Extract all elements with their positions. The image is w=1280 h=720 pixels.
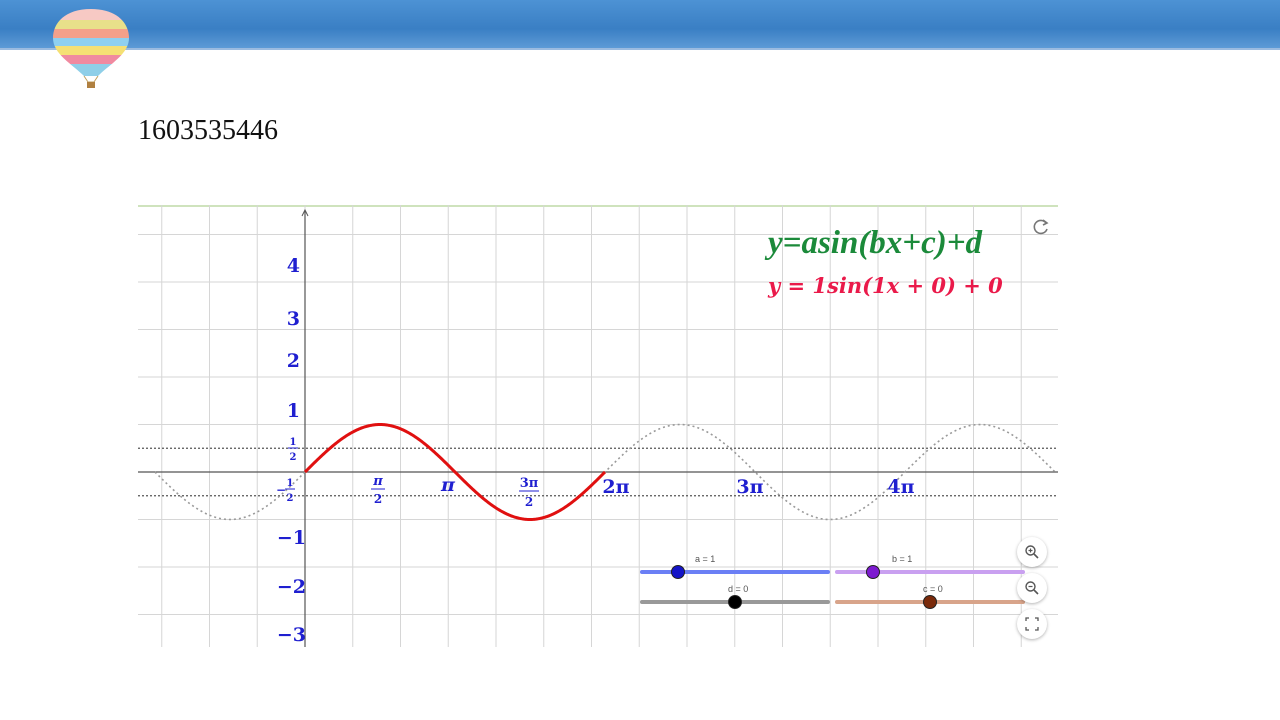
zoom-in-icon xyxy=(1025,545,1039,559)
slider-b-handle[interactable] xyxy=(866,565,880,579)
slider-c[interactable]: c = 0 xyxy=(835,584,1025,612)
y-tick-label: −1 xyxy=(277,527,306,549)
slider-a-label: a = 1 xyxy=(695,554,716,564)
fullscreen-button[interactable] xyxy=(1017,609,1047,639)
zoom-out-icon xyxy=(1025,581,1039,595)
y-tick-label: 3 xyxy=(287,308,300,330)
slider-b-label: b = 1 xyxy=(892,554,913,564)
reset-icon[interactable] xyxy=(1031,217,1051,237)
x-tick-pi: π xyxy=(440,474,456,496)
y-neg-half-sign: − xyxy=(276,483,286,497)
y-neg-half-numerator: 1 xyxy=(287,478,294,489)
slider-a-track[interactable] xyxy=(640,570,830,574)
slider-a-handle[interactable] xyxy=(671,565,685,579)
slider-d-label: d = 0 xyxy=(728,584,749,594)
y-half-denominator: 2 xyxy=(290,452,297,463)
slider-b-track[interactable] xyxy=(835,570,1025,574)
y-tick-label: −3 xyxy=(277,624,306,646)
slider-a[interactable]: a = 1 xyxy=(640,554,830,582)
hot-air-balloon-logo xyxy=(53,9,129,88)
banner-divider xyxy=(0,48,1280,50)
x-tick-3pi-over-2-den: 2 xyxy=(525,495,533,509)
zoom-out-button[interactable] xyxy=(1017,573,1047,603)
zoom-in-button[interactable] xyxy=(1017,537,1047,567)
y-half-numerator: 1 xyxy=(290,437,297,448)
current-formula-label: y = 1sin(1x + 0) + 0 xyxy=(768,273,1003,298)
y-tick-label: −2 xyxy=(277,576,306,598)
x-tick-3pi-over-2-num: 3π xyxy=(520,476,539,491)
x-tick-3pi: 3π xyxy=(736,476,763,498)
slider-c-handle[interactable] xyxy=(923,595,937,609)
fullscreen-icon xyxy=(1025,617,1039,631)
slider-d-handle[interactable] xyxy=(728,595,742,609)
slider-c-label: c = 0 xyxy=(923,584,943,594)
x-tick-2pi: 2π xyxy=(602,476,629,498)
top-banner xyxy=(0,0,1280,48)
x-tick-4pi: 4π xyxy=(887,476,914,498)
slide-id-text: 1603535446 xyxy=(138,115,278,146)
y-neg-half-denominator: 2 xyxy=(287,493,294,504)
x-tick-pi-over-2-den: 2 xyxy=(374,492,382,506)
generic-formula-label: y=asin(bx+c)+d xyxy=(768,225,983,261)
slider-d[interactable]: d = 0 xyxy=(640,584,830,612)
y-tick-label: 1 xyxy=(287,400,300,422)
slider-b[interactable]: b = 1 xyxy=(835,554,1025,582)
y-tick-label: 2 xyxy=(287,350,300,372)
y-tick-label: 4 xyxy=(287,255,300,277)
graphing-applet[interactable]: 4 3 2 1 −1 −2 −3 1 2 − 1 2 π 2 π 3π 2 2π… xyxy=(138,205,1058,647)
x-tick-pi-over-2-num: π xyxy=(372,474,383,489)
